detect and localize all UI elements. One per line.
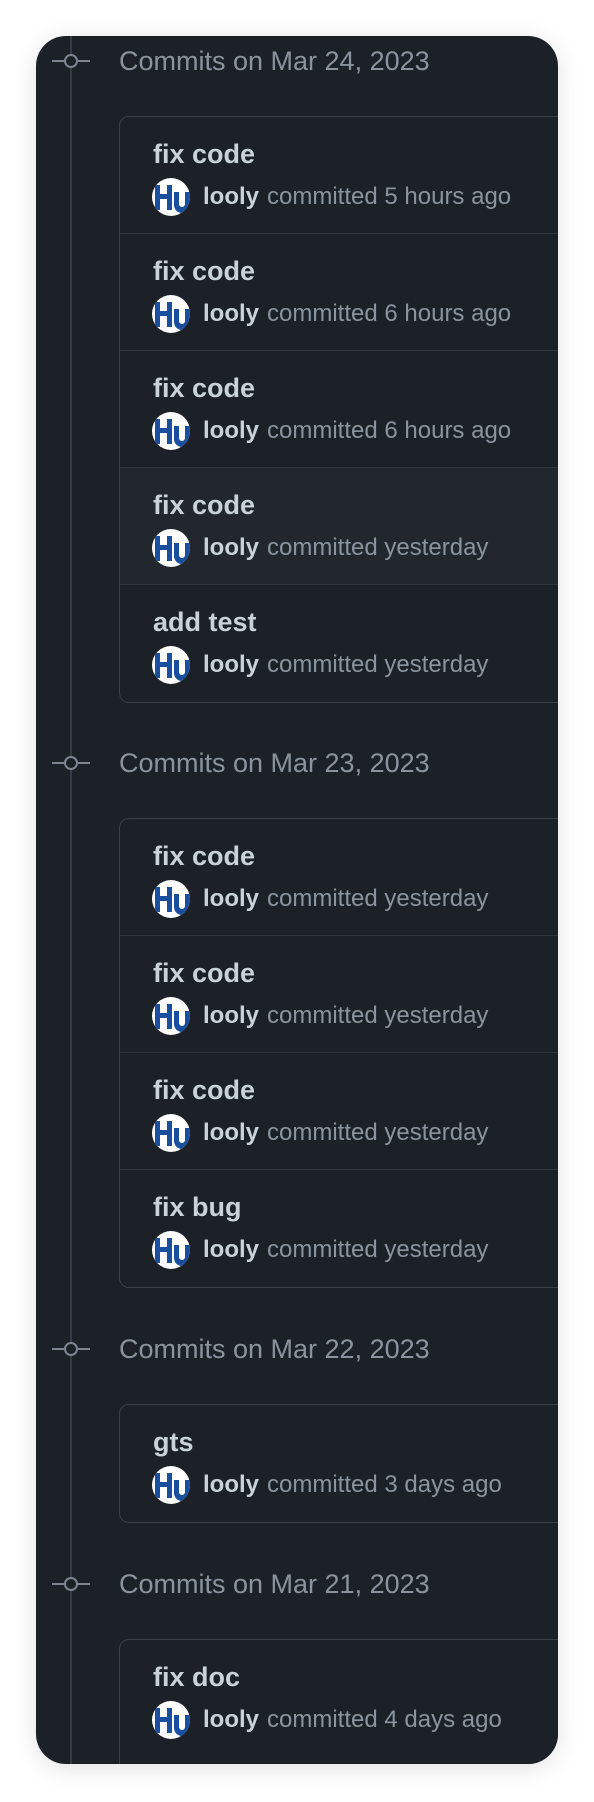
commit-time: committed yesterday — [267, 534, 489, 561]
commit-message-link[interactable]: fix code — [153, 958, 255, 989]
commit-group: Commits on Mar 22, 2023 gts looly commit… — [36, 1324, 558, 1523]
author-link[interactable]: looly — [203, 651, 259, 679]
hutool-logo-avatar — [155, 653, 190, 681]
commit-time: committed 5 hours ago — [267, 183, 512, 210]
commit-meta: looly committed 6 hours ago — [152, 411, 511, 451]
commit-row[interactable]: fix code looly committed yesterday — [120, 1053, 558, 1170]
commit-meta: looly committed yesterday — [152, 1230, 488, 1270]
commit-row[interactable]: add test looly committed yesterday — [120, 585, 558, 702]
author-link[interactable]: looly — [203, 1236, 259, 1264]
commit-time: committed 3 days ago — [267, 1471, 502, 1498]
commit-row[interactable]: fix code looly committed 6 hours ago — [120, 351, 558, 468]
avatar[interactable] — [152, 412, 190, 450]
commit-group-header: Commits on Mar 24, 2023 — [36, 36, 558, 92]
commit-group-header: Commits on Mar 21, 2023 — [36, 1559, 558, 1615]
commit-message-link[interactable]: gts — [153, 1427, 194, 1458]
commit-row[interactable]: fix bug looly committed yesterday — [120, 1170, 558, 1287]
git-commit-icon — [52, 1339, 90, 1359]
commits-window: Commits on Mar 24, 2023 fix code looly c… — [36, 36, 558, 1764]
git-commit-icon — [52, 753, 90, 773]
hutool-logo-avatar — [155, 1708, 190, 1736]
avatar[interactable] — [152, 178, 190, 216]
author-link[interactable]: looly — [203, 183, 259, 211]
hutool-logo-avatar — [155, 185, 190, 213]
author-link[interactable]: looly — [203, 417, 259, 445]
commit-meta: looly committed yesterday — [152, 528, 488, 568]
commit-message-link[interactable]: fix code — [153, 1075, 255, 1106]
timeline-line — [70, 36, 72, 1764]
avatar[interactable] — [152, 997, 190, 1035]
commit-row[interactable]: fix code looly committed yesterday — [120, 468, 558, 585]
commit-row[interactable]: gts looly committed 3 days ago — [120, 1405, 558, 1522]
commit-row[interactable]: fix code looly committed 6 hours ago — [120, 234, 558, 351]
commit-group: Commits on Mar 21, 2023 fix doc looly co… — [36, 1559, 558, 1764]
commit-time: committed yesterday — [267, 885, 489, 912]
commit-list: fix code looly committed yesterday fix c… — [119, 818, 558, 1288]
avatar[interactable] — [152, 1114, 190, 1152]
commit-meta: looly committed 4 days ago — [152, 1700, 502, 1740]
commit-time: committed yesterday — [267, 1236, 489, 1263]
author-link[interactable]: looly — [203, 1119, 259, 1147]
commit-group: Commits on Mar 23, 2023 fix code looly c… — [36, 738, 558, 1288]
commit-time: committed yesterday — [267, 651, 489, 678]
commit-message-link[interactable]: fix code — [153, 256, 255, 287]
commit-meta: looly committed yesterday — [152, 996, 488, 1036]
commit-group-header: Commits on Mar 23, 2023 — [36, 738, 558, 794]
commit-message-link[interactable]: fix doc — [153, 1662, 240, 1693]
commit-group: Commits on Mar 24, 2023 fix code looly c… — [36, 36, 558, 703]
commit-time: committed 6 hours ago — [267, 300, 512, 327]
hutool-logo-avatar — [155, 1121, 190, 1149]
hutool-logo-avatar — [155, 1473, 190, 1501]
commit-list: fix code looly committed 5 hours ago fix… — [119, 116, 558, 703]
commit-time: committed yesterday — [267, 1002, 489, 1029]
hutool-logo-avatar — [155, 419, 190, 447]
avatar[interactable] — [152, 1701, 190, 1739]
commit-group-title: Commits on Mar 24, 2023 — [119, 46, 430, 76]
commit-message-link[interactable]: fix bug — [153, 1192, 242, 1223]
commit-message-link[interactable]: fix code — [153, 373, 255, 404]
commit-meta: looly committed 6 hours ago — [152, 294, 511, 334]
hutool-logo-avatar — [155, 536, 190, 564]
commit-row[interactable]: fix code looly committed yesterday — [120, 819, 558, 936]
commit-group-title: Commits on Mar 23, 2023 — [119, 748, 430, 778]
commit-group-header: Commits on Mar 22, 2023 — [36, 1324, 558, 1380]
hutool-logo-avatar — [155, 1004, 190, 1032]
commit-group-title: Commits on Mar 22, 2023 — [119, 1334, 430, 1364]
commit-message-link[interactable]: fix code — [153, 841, 255, 872]
commit-time: committed 6 hours ago — [267, 417, 512, 444]
avatar[interactable] — [152, 1466, 190, 1504]
commit-message-link[interactable]: add test — [153, 607, 257, 638]
hutool-logo-avatar — [155, 887, 190, 915]
git-commit-icon — [52, 51, 90, 71]
commit-meta: looly committed 5 hours ago — [152, 177, 511, 217]
commit-message-link[interactable]: fix code — [153, 490, 255, 521]
commit-row[interactable]: fix code looly committed yesterday — [120, 936, 558, 1053]
commit-time: committed yesterday — [267, 1119, 489, 1146]
commit-meta: looly committed 3 days ago — [152, 1465, 502, 1505]
commit-group-title: Commits on Mar 21, 2023 — [119, 1569, 430, 1599]
commit-time: committed 4 days ago — [267, 1706, 502, 1733]
commit-meta: looly committed yesterday — [152, 645, 488, 685]
commit-list: gts looly committed 3 days ago — [119, 1404, 558, 1523]
avatar[interactable] — [152, 1231, 190, 1269]
avatar[interactable] — [152, 295, 190, 333]
commit-row[interactable]: fix code looly committed 5 hours ago — [120, 117, 558, 234]
author-link[interactable]: looly — [203, 1002, 259, 1030]
author-link[interactable]: looly — [203, 885, 259, 913]
hutool-logo-avatar — [155, 302, 190, 330]
commit-meta: looly committed yesterday — [152, 879, 488, 919]
author-link[interactable]: looly — [203, 1706, 259, 1734]
commit-meta: looly committed yesterday — [152, 1113, 488, 1153]
author-link[interactable]: looly — [203, 300, 259, 328]
commit-list: fix doc looly committed 4 days ago — [119, 1639, 558, 1764]
avatar[interactable] — [152, 880, 190, 918]
hutool-logo-avatar — [155, 1238, 190, 1266]
avatar[interactable] — [152, 529, 190, 567]
author-link[interactable]: looly — [203, 1471, 259, 1499]
commit-row[interactable]: fix doc looly committed 4 days ago — [120, 1640, 558, 1757]
git-commit-icon — [52, 1574, 90, 1594]
avatar[interactable] — [152, 646, 190, 684]
author-link[interactable]: looly — [203, 534, 259, 562]
commit-message-link[interactable]: fix code — [153, 139, 255, 170]
